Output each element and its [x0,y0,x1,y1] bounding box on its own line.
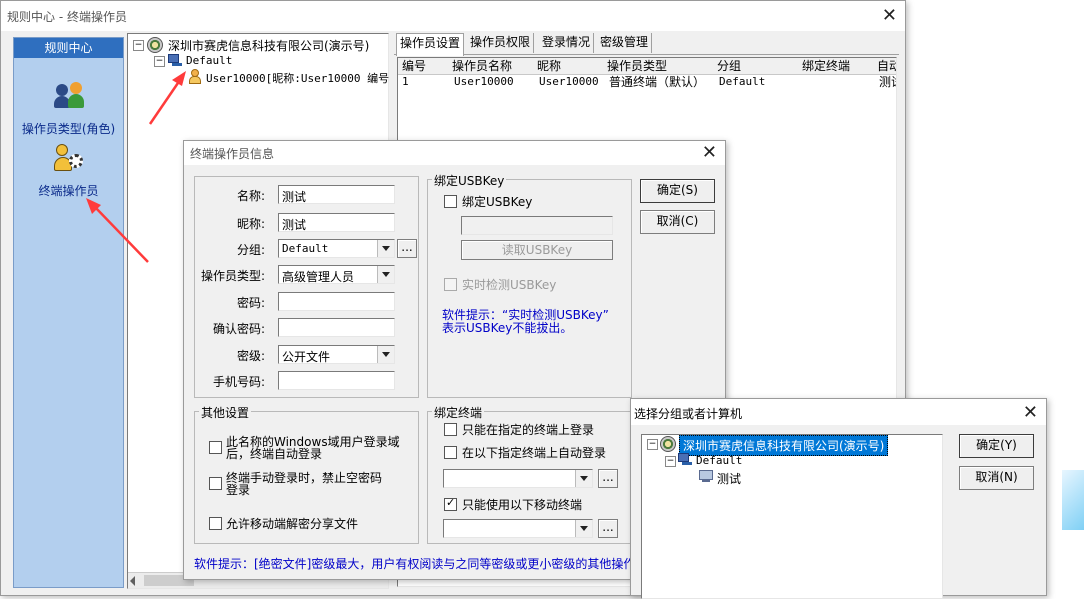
only-specified-terminal-checkbox[interactable] [444,423,457,436]
other-settings-group: 其他设置 此名称的Windows域用户登录域 后，终端自动登录 终端手动登录时，… [194,404,419,544]
no-empty-password-label-line2: 登录 [226,483,251,497]
chevron-down-icon[interactable] [575,520,592,537]
dialog-title: 终端操作员信息 [190,147,275,161]
group-label: 分组: [236,243,265,257]
cancel-button[interactable]: 取消(C) [640,210,715,234]
terminal-select[interactable] [443,469,593,488]
check-icon: ✓ [446,496,456,509]
dialog-titlebar: 终端操作员信息 ✕ [184,141,725,165]
column-header[interactable]: 绑定终端 [798,58,878,75]
phone-input[interactable] [278,371,395,390]
name-label: 名称: [236,189,265,203]
tree-root-label-selected[interactable]: 深圳市赛虎信息科技有限公司(演示号) [679,435,889,456]
nickname-label: 昵称: [236,217,265,231]
realtime-check-label: 实时检测USBKey [462,278,557,292]
confirm-password-input[interactable] [278,318,395,337]
chevron-down-icon[interactable] [377,266,394,283]
tab-operator-permissions[interactable]: 操作员权限 [467,33,535,53]
group-select[interactable]: Default [278,239,395,258]
table-row[interactable]: 1 User10000 User10000 普通终端（默认） Default 测… [398,75,896,90]
computer-icon [699,470,713,483]
group-browse-button[interactable]: ... [397,239,417,258]
tree-expander[interactable]: − [647,439,658,450]
tab-secret-level[interactable]: 密级管理 [597,33,653,53]
mobile-terminal-browse-button[interactable]: ... [598,519,618,538]
chevron-down-icon[interactable] [377,346,394,363]
close-icon[interactable]: ✕ [702,142,717,163]
bind-terminal-title: 绑定终端 [432,404,485,421]
password-input[interactable] [278,292,395,311]
tree-computer-label[interactable]: 测试 [717,470,741,487]
close-icon[interactable]: ✕ [1023,402,1038,423]
column-header[interactable]: 操作员类型 [603,58,718,75]
ok-button[interactable]: 确定(S) [640,179,715,203]
tree-group-label[interactable]: Default [696,454,742,467]
operator-type-label: 操作员类型: [200,269,265,283]
read-usbkey-button[interactable]: 读取USBKey [461,240,613,260]
select-group-dialog: 选择分组或者计算机 ✕ − 深圳市赛虎信息科技有限公司(演示号) − Defau… [630,398,1047,599]
secret-level-select[interactable]: 公开文件 [278,345,395,364]
column-header[interactable]: 自动 [873,58,896,75]
bind-usbkey-checkbox[interactable] [444,195,457,208]
auto-login-terminal-label: 在以下指定终端上自动登录 [462,446,607,460]
realtime-check-checkbox[interactable] [444,278,457,291]
close-icon[interactable]: ✕ [882,5,897,26]
no-empty-password-checkbox[interactable] [209,477,222,490]
phone-label: 手机号码: [212,375,265,389]
terminal-browse-button[interactable]: ... [598,469,618,488]
bind-terminal-group: 绑定终端 只能在指定的终端上登录 在以下指定终端上自动登录 ... ✓ 只能使用… [427,404,632,544]
tab-operator-settings[interactable]: 操作员设置 [396,33,465,56]
usbkey-group: 绑定USBKey 绑定USBKey 读取USBKey 实时检测USBKey 软件… [427,172,632,398]
other-settings-title: 其他设置 [199,404,252,421]
column-header[interactable]: 操作员名称 [448,58,538,75]
mobile-terminal-select[interactable] [443,519,593,538]
usbkey-group-title: 绑定USBKey [432,172,507,189]
column-header[interactable]: 编号 [398,58,453,75]
bind-usbkey-label: 绑定USBKey [462,195,533,209]
desktop-accent [1062,470,1084,530]
table-cell: User10000 [539,75,599,88]
dialog-titlebar: 选择分组或者计算机 ✕ [631,399,1046,425]
group-computer-tree[interactable]: − 深圳市赛虎信息科技有限公司(演示号) − Default 测试 [641,434,943,599]
column-header[interactable]: 昵称 [533,58,608,75]
group-select-value: Default [282,242,329,255]
table-cell: User10000 [454,75,514,88]
secret-level-label: 密级: [236,349,265,363]
usbkey-hint-line2: 表示USBKey不能拔出。 [442,321,573,335]
chevron-down-icon[interactable] [377,240,394,257]
network-group-icon [678,453,692,466]
confirm-password-label: 确认密码: [212,322,265,336]
table-cell: Default [719,75,766,88]
only-specified-terminal-label: 只能在指定的终端上登录 [462,423,595,437]
operator-type-select[interactable]: 高级管理人员 [278,265,395,284]
mobile-terminal-label: 只能使用以下移动终端 [462,498,583,512]
table-cell: 普通终端（默认） [609,75,706,89]
secret-level-value: 公开文件 [282,350,331,364]
mobile-terminal-checkbox[interactable]: ✓ [444,496,457,511]
tree-expander[interactable]: − [665,456,676,467]
chevron-down-icon[interactable] [575,470,592,487]
usbkey-value-field [461,216,613,235]
name-input[interactable]: 测试 [278,185,395,204]
operator-type-value: 高级管理人员 [282,270,355,284]
table-cell: 1 [402,75,409,88]
nickname-input[interactable]: 测试 [278,213,395,232]
domain-autologin-label-line2: 后，终端自动登录 [226,447,323,461]
mobile-decrypt-label: 允许移动端解密分享文件 [226,517,359,531]
tab-strip: 操作员设置 操作员权限 登录情况 密级管理 [394,33,899,56]
tab-login-status[interactable]: 登录情况 [539,33,595,53]
table-cell: 测试 [879,75,896,89]
mobile-decrypt-checkbox[interactable] [209,517,222,530]
domain-autologin-checkbox[interactable] [209,441,222,454]
auto-login-terminal-checkbox[interactable] [444,446,457,459]
select-ok-button[interactable]: 确定(Y) [959,434,1034,458]
company-icon [660,436,676,452]
column-header[interactable]: 分组 [713,58,803,75]
dialog-title: 选择分组或者计算机 [634,407,743,421]
password-label: 密码: [236,296,265,310]
select-cancel-button[interactable]: 取消(N) [959,466,1034,490]
basic-fields-group: 名称: 测试 昵称: 测试 分组: Default ... 操作员类型: 高级管… [194,176,419,398]
